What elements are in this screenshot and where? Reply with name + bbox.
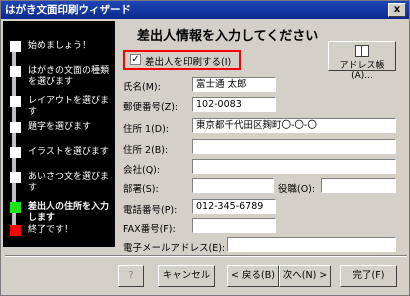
close-button[interactable]: x <box>388 3 406 17</box>
title-field[interactable] <box>321 178 396 193</box>
company-label: 会社(Q): <box>123 165 161 176</box>
back-button[interactable]: < 戻る(B) <box>227 265 279 287</box>
help-icon: ? <box>128 270 134 281</box>
step-label: 題字を選びます <box>28 122 92 132</box>
next-button[interactable]: 次へ(N) > <box>279 265 331 287</box>
print-sender-checkbox[interactable]: ✓ <box>130 54 141 65</box>
postal-label: 郵便番号(Z): <box>123 102 179 113</box>
footer-divider <box>5 255 407 257</box>
fax-label: FAX番号(F): <box>123 224 176 235</box>
step-marker-current <box>10 202 21 213</box>
phone-label: 電話番号(P): <box>123 205 178 216</box>
step-marker-end <box>10 225 21 236</box>
name-label: 氏名(M): <box>123 82 161 93</box>
step-label: 差出人の住所を入力します <box>28 202 110 223</box>
email-field[interactable] <box>227 237 396 252</box>
finish-button[interactable]: 完了(F) <box>340 265 397 287</box>
step-label: 終了です！ <box>28 225 74 235</box>
department-label: 部署(S): <box>123 184 159 195</box>
title-label: 役職(O): <box>278 184 316 195</box>
address-book-label: アドレス帳(A)... <box>339 61 385 81</box>
email-label: 電子メールアドレス(E): <box>123 243 226 254</box>
step-marker <box>10 41 21 52</box>
step-marker <box>10 66 21 77</box>
department-field[interactable] <box>192 178 274 193</box>
company-field[interactable] <box>192 159 396 174</box>
page-heading: 差出人情報を入力してください <box>137 29 319 44</box>
close-icon: x <box>393 4 401 15</box>
name-field[interactable]: 富士通 太郎 <box>192 77 276 92</box>
step-marker <box>10 122 21 133</box>
address2-field[interactable] <box>192 139 396 154</box>
address2-label: 住所 2(B): <box>123 145 169 156</box>
step-label: あいさつ文を選びます <box>28 172 110 193</box>
postal-field[interactable]: 102-0083 <box>192 97 276 112</box>
cancel-button[interactable]: キャンセル <box>158 265 215 287</box>
step-label: レイアウトを選びます <box>28 96 110 117</box>
fax-field[interactable] <box>192 218 276 233</box>
wizard-steps-panel: 始めましょう！ はがきの文面の種類を選びます レイアウトを選びます 題字を選びま… <box>3 21 115 247</box>
step-marker <box>10 147 21 158</box>
print-sender-label[interactable]: 差出人を印刷する(I) <box>145 54 231 68</box>
step-marker <box>10 96 21 107</box>
step-label: 始めましょう！ <box>28 41 92 51</box>
wizard-window: はがき文面印刷ウィザード x 始めましょう！ はがきの文面の種類を選びます レイ… <box>0 0 410 296</box>
step-label: イラストを選びます <box>28 147 109 157</box>
address-book-button[interactable]: アドレス帳(A)... <box>328 41 396 81</box>
title-bar: はがき文面印刷ウィザード x <box>1 1 409 19</box>
address1-label: 住所 1(D): <box>123 124 169 135</box>
address-book-icon <box>355 45 369 57</box>
step-label: はがきの文面の種類を選びます <box>28 66 110 87</box>
help-button[interactable]: ? <box>118 265 144 287</box>
window-title: はがき文面印刷ウィザード <box>5 4 131 16</box>
address1-field[interactable]: 東京都千代田区麹町〇-〇-〇 <box>192 118 396 133</box>
phone-field[interactable]: 012-345-6789 <box>192 199 276 214</box>
step-marker <box>10 172 21 183</box>
